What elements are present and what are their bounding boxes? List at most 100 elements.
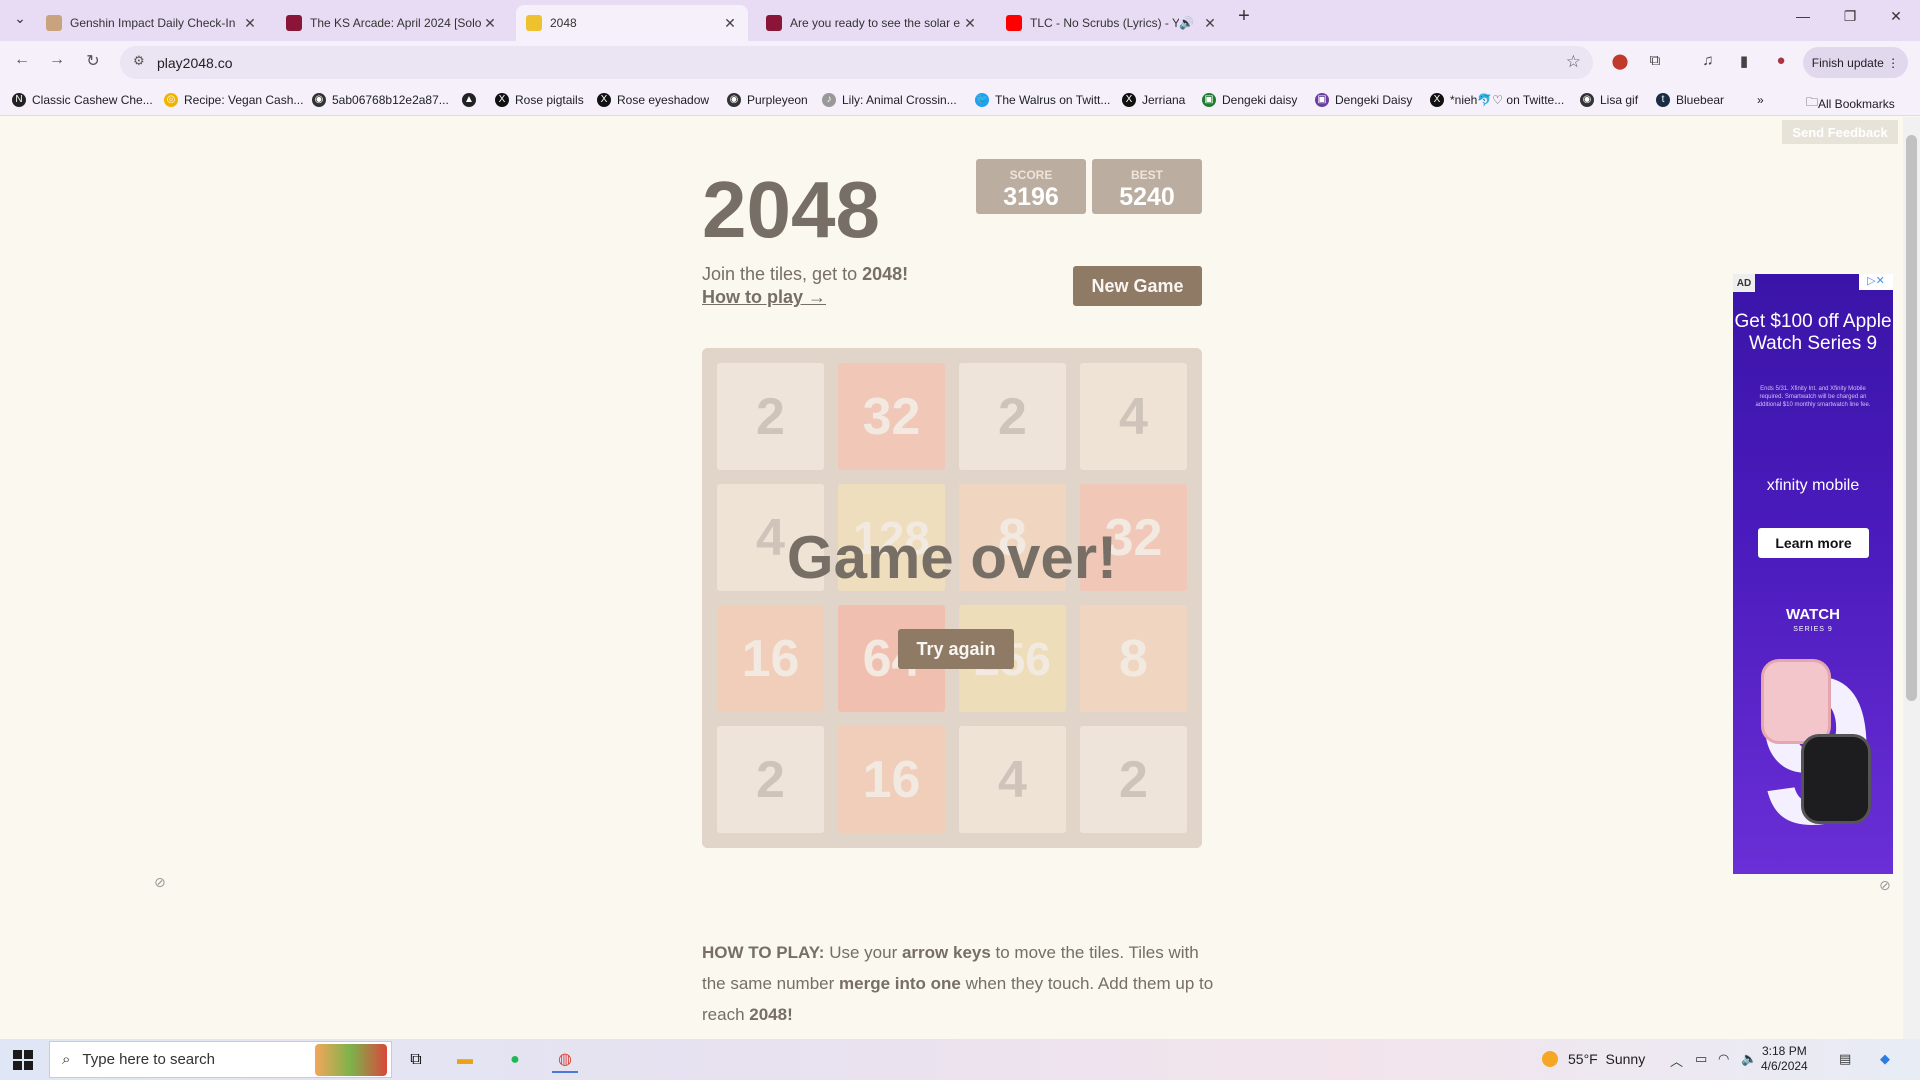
- score-box: SCORE 3196: [976, 159, 1086, 214]
- bookmark-star-icon[interactable]: ☆: [1566, 52, 1581, 72]
- bookmark-item[interactable]: ◉ Purpleyeon: [727, 93, 808, 107]
- bookmark-label: Lily: Animal Crossin...: [842, 93, 957, 107]
- close-window-icon[interactable]: ✕: [1881, 8, 1911, 25]
- bookmark-item[interactable]: X Jerriana: [1122, 93, 1185, 107]
- bookmark-item[interactable]: N Classic Cashew Che...: [12, 93, 153, 107]
- bookmark-favicon-icon: ◉: [312, 93, 326, 107]
- bookmark-item[interactable]: ▣ Dengeki daisy: [1202, 93, 1297, 107]
- ad-banner[interactable]: AD ▷✕ Get $100 off Apple Watch Series 9 …: [1733, 274, 1893, 874]
- copilot-icon[interactable]: ◆: [1880, 1051, 1890, 1067]
- bookmark-item[interactable]: ◉ 5ab06768b12e2a87...: [312, 93, 449, 107]
- media-control-icon[interactable]: ♫: [1697, 52, 1719, 69]
- page-content: Send Feedback 2048 SCORE 3196 BEST 5240 …: [0, 117, 1903, 1039]
- bookmark-item[interactable]: X *nieh🐬♡ on Twitte...: [1430, 93, 1564, 107]
- reload-icon[interactable]: ↻: [81, 51, 105, 71]
- bookmark-label: Rose eyeshadow: [617, 93, 710, 107]
- tab-2048[interactable]: 2048 ✕: [516, 5, 748, 41]
- tab-search-icon[interactable]: ⌄: [5, 10, 35, 27]
- profile-avatar[interactable]: ●: [1770, 52, 1792, 69]
- minimize-icon[interactable]: —: [1788, 8, 1818, 24]
- site-info-icon[interactable]: ⚙: [133, 53, 145, 69]
- volume-icon[interactable]: 🔈: [1741, 1051, 1757, 1067]
- all-bookmarks-label: All Bookmarks: [1818, 96, 1895, 111]
- howto-bold-3: 2048!: [749, 1005, 793, 1024]
- url-text[interactable]: play2048.co: [157, 55, 233, 71]
- bookmark-item[interactable]: 🐦 The Walrus on Twitt...: [975, 93, 1110, 107]
- spotify-icon[interactable]: ●: [502, 1047, 528, 1073]
- folder-icon: 🗀: [1806, 95, 1819, 109]
- clock[interactable]: 3:18 PM 4/6/2024: [1761, 1044, 1808, 1074]
- back-icon[interactable]: ←: [10, 51, 34, 69]
- bookmark-item[interactable]: X Rose eyeshadow: [597, 93, 709, 107]
- close-tab-icon[interactable]: ✕: [482, 15, 498, 32]
- close-tab-icon[interactable]: ✕: [962, 15, 978, 32]
- black-watch-image: [1801, 734, 1871, 824]
- bookmark-favicon-icon: ▣: [1202, 93, 1216, 107]
- close-tab-icon[interactable]: ✕: [722, 15, 738, 32]
- tab-genshin[interactable]: Genshin Impact Daily Check-In ✕: [36, 5, 268, 41]
- howto-bold-2: merge into one: [839, 974, 961, 993]
- task-view-icon[interactable]: ⧉: [403, 1047, 429, 1073]
- chrome-icon[interactable]: ◍: [552, 1047, 578, 1073]
- game-title: 2048: [702, 165, 880, 254]
- ad-learn-more-button[interactable]: Learn more: [1758, 528, 1869, 558]
- bookmarks-bar: N Classic Cashew Che... ◎ Recipe: Vegan Cas…: [0, 84, 1920, 116]
- game-board[interactable]: 2322441288321664256821642 Game over! Try…: [702, 348, 1202, 848]
- bookmark-item[interactable]: ♪ Lily: Animal Crossin...: [822, 93, 957, 107]
- tab-youtube[interactable]: TLC - No Scrubs (Lyrics) - Yo 🔊 ✕: [996, 5, 1228, 41]
- 2048-favicon: [526, 15, 542, 31]
- speaker-icon[interactable]: 🔊: [1179, 16, 1194, 30]
- best-value: 5240: [1119, 183, 1175, 211]
- weather-widget[interactable]: 55°F Sunny: [1542, 1051, 1645, 1067]
- ks-favicon: [286, 15, 302, 31]
- bookmark-item[interactable]: ◎ Recipe: Vegan Cash...: [164, 93, 303, 107]
- all-bookmarks-button[interactable]: 🗀 All Bookmarks: [1806, 93, 1895, 114]
- new-game-button[interactable]: New Game: [1073, 266, 1202, 306]
- new-tab-icon[interactable]: +: [1229, 5, 1259, 28]
- tab-ks-arcade[interactable]: The KS Arcade: April 2024 [Solo ✕: [276, 5, 508, 41]
- ad-series: SERIES 9: [1793, 626, 1833, 633]
- scrollbar-thumb[interactable]: [1906, 135, 1917, 701]
- finish-update-button[interactable]: Finish update ⋮: [1803, 47, 1908, 78]
- tab-title: The KS Arcade: April 2024 [Solo: [310, 16, 482, 30]
- send-feedback-button[interactable]: Send Feedback: [1782, 120, 1898, 144]
- network-icon[interactable]: ◠: [1718, 1051, 1729, 1067]
- more-bookmarks-icon[interactable]: »: [1757, 93, 1764, 107]
- weather-condition: Sunny: [1605, 1051, 1646, 1067]
- show-hidden-icons-icon[interactable]: ︿: [1670, 1051, 1683, 1070]
- try-again-button[interactable]: Try again: [898, 629, 1014, 669]
- bookmark-item[interactable]: t Bluebear: [1656, 93, 1724, 107]
- bookmark-item[interactable]: ◉ Lisa gif: [1580, 93, 1638, 107]
- device-icon[interactable]: ▭: [1695, 1051, 1707, 1067]
- extension-badge-icon[interactable]: ⬤: [1609, 52, 1631, 70]
- taskbar-search[interactable]: ⌕ Type here to search: [49, 1041, 392, 1078]
- close-tab-icon[interactable]: ✕: [242, 15, 258, 32]
- bookmark-item[interactable]: ▣ Dengeki Daisy: [1315, 93, 1412, 107]
- sun-icon: [1542, 1051, 1558, 1067]
- tab-solar[interactable]: Are you ready to see the solar e ✕: [756, 5, 988, 41]
- bookmark-favicon-icon: ▲: [462, 93, 476, 107]
- forward-icon[interactable]: →: [45, 51, 69, 69]
- ad-choices-icon[interactable]: ⊘: [154, 874, 166, 891]
- search-highlight-image: [315, 1044, 387, 1076]
- side-panel-icon[interactable]: ▮: [1733, 52, 1755, 70]
- intro-text: Join the tiles, get to 2048!: [702, 264, 908, 285]
- ad-choices-icon[interactable]: ⊘: [1879, 877, 1891, 894]
- ad-close-icon[interactable]: ▷✕: [1859, 274, 1893, 290]
- extensions-icon[interactable]: ⧉: [1644, 52, 1666, 69]
- clock-time: 3:18 PM: [1762, 1044, 1807, 1058]
- how-to-play-link[interactable]: How to play →: [702, 287, 826, 308]
- scrollbar[interactable]: [1903, 117, 1920, 1039]
- restore-icon[interactable]: ❐: [1835, 8, 1865, 25]
- bookmark-item[interactable]: X Rose pigtails: [495, 93, 584, 107]
- file-explorer-icon[interactable]: ▬: [452, 1047, 478, 1073]
- close-tab-icon[interactable]: ✕: [1202, 15, 1218, 32]
- game-over-message: Game over!: [786, 524, 1118, 591]
- search-placeholder: Type here to search: [82, 1051, 215, 1068]
- bookmark-item[interactable]: ▲: [462, 93, 482, 107]
- address-bar[interactable]: ⚙ play2048.co ☆: [120, 46, 1593, 79]
- notifications-icon[interactable]: ▤: [1839, 1051, 1851, 1067]
- bookmark-label: Bluebear: [1676, 93, 1725, 107]
- bookmark-label: The Walrus on Twitt...: [995, 93, 1111, 107]
- windows-start-icon[interactable]: [13, 1050, 33, 1070]
